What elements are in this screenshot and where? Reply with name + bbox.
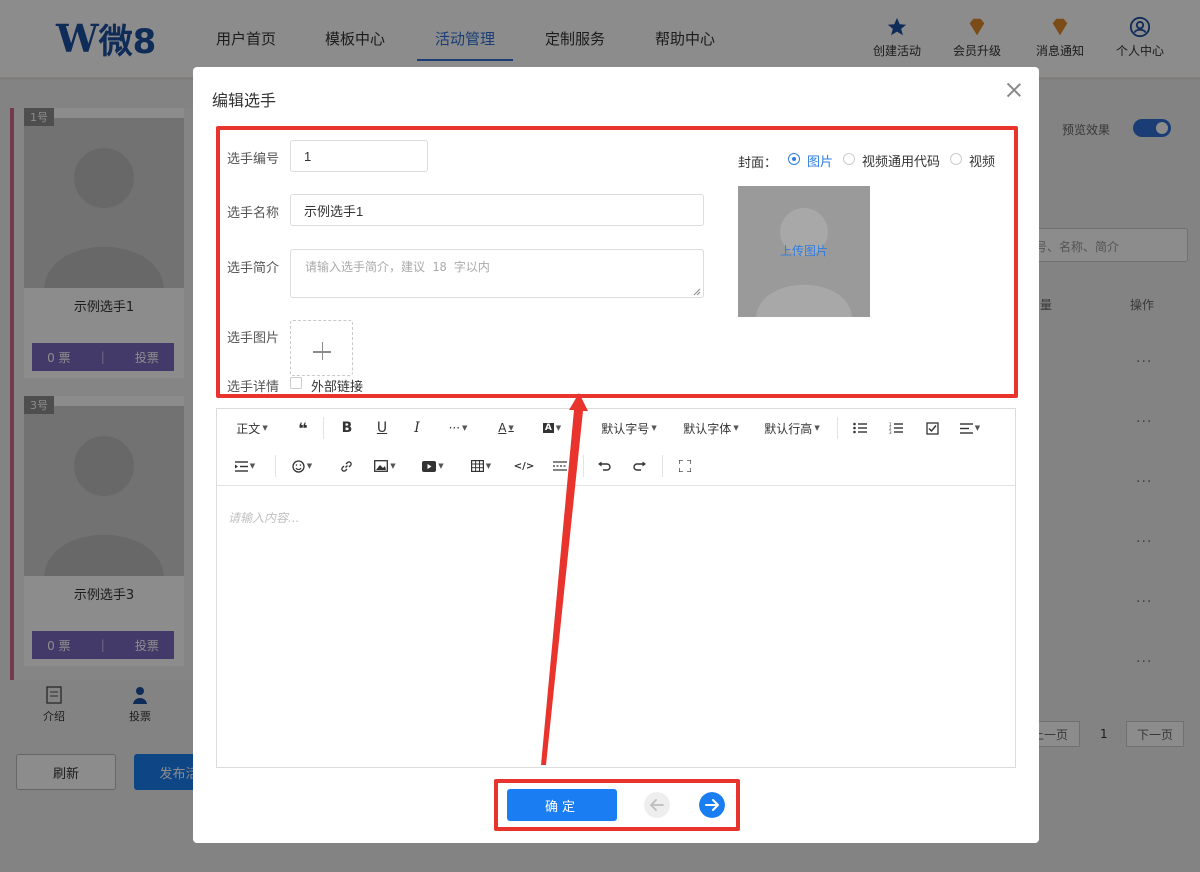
video-dropdown-icon[interactable]: ▼ [419, 447, 447, 485]
next-arrow-icon[interactable] [699, 792, 725, 818]
rich-text-editor: 正文 ▼ ❝ B U I ··· ▼ A ▼ A ▼ 默认字号 ▼ 默认字体 ▼ 默认行高 ▼… [216, 408, 1016, 768]
paragraph-style-label: 正文 [236, 421, 261, 436]
cover-image-upload[interactable]: 上传图片 [738, 186, 870, 317]
number-input[interactable]: 1 [290, 140, 428, 172]
background-color-dropdown[interactable]: A ▼ [537, 409, 567, 447]
cover-upload-label: 上传图片 [779, 244, 828, 258]
divider [323, 417, 324, 439]
name-input[interactable]: 示例选手1 [290, 194, 704, 226]
editor-toolbar-row-1: 正文 ▼ ❝ B U I ··· ▼ A ▼ A ▼ 默认字号 ▼ 默认字体 ▼ 默认行高 ▼… [217, 409, 1015, 447]
code-icon[interactable]: </> [514, 447, 534, 485]
prev-arrow-icon[interactable] [644, 792, 670, 818]
editor-content-area[interactable]: 请输入内容... [228, 509, 299, 526]
checkbox-list-icon[interactable] [921, 409, 943, 447]
line-height-label: 默认行高 [764, 421, 813, 436]
link-icon[interactable] [337, 447, 355, 485]
underline-button[interactable]: U [372, 409, 392, 447]
divider [662, 455, 663, 477]
paragraph-style-dropdown[interactable]: 正文 ▼ [232, 409, 272, 447]
redo-icon[interactable] [629, 447, 649, 485]
ordered-list-icon[interactable]: 123 [885, 409, 907, 447]
edit-contestant-dialog: 编辑选手 选手编号 1 选手名称 示例选手1 选手简介 请输入选手简介，建议 1… [193, 67, 1039, 843]
svg-text:3: 3 [889, 430, 892, 434]
name-label: 选手名称 [227, 206, 280, 221]
image-upload-button[interactable] [290, 320, 353, 376]
align-dropdown[interactable]: ▼ [955, 409, 985, 447]
font-size-dropdown[interactable]: 默认字号 ▼ [597, 409, 661, 447]
cover-radio-video[interactable] [950, 153, 962, 165]
divider-line-icon[interactable] [550, 447, 570, 485]
undo-icon[interactable] [594, 447, 614, 485]
detail-label: 选手详情 [227, 380, 280, 395]
line-height-dropdown[interactable]: 默认行高 ▼ [760, 409, 824, 447]
cover-option-image[interactable]: 图片 [807, 151, 833, 170]
resize-grip-icon[interactable] [693, 288, 701, 296]
font-color-dropdown[interactable]: A ▼ [491, 409, 521, 447]
font-family-label: 默认字体 [683, 421, 732, 436]
external-link-label: 外部链接 [311, 380, 364, 395]
image-label: 选手图片 [227, 331, 280, 346]
emoji-icon[interactable]: ▼ [288, 447, 316, 485]
number-label: 选手编号 [227, 152, 280, 167]
divider [837, 417, 838, 439]
cover-option-video[interactable]: 视频 [969, 151, 995, 170]
close-icon[interactable] [1005, 81, 1023, 99]
cover-radio-image[interactable] [788, 153, 800, 165]
intro-textarea[interactable]: 请输入选手简介，建议 18 字以内 [290, 249, 704, 298]
bold-button[interactable]: B [337, 409, 357, 447]
divider [275, 455, 276, 477]
dialog-title: 编辑选手 [212, 91, 277, 110]
indent-dropdown[interactable]: ▼ [231, 447, 259, 485]
fullscreen-icon[interactable] [675, 447, 695, 485]
cover-label: 封面： [738, 156, 778, 171]
intro-label: 选手简介 [227, 261, 280, 276]
more-style-dropdown[interactable]: ··· ▼ [443, 409, 473, 447]
cover-option-video-code[interactable]: 视频通用代码 [862, 151, 940, 170]
editor-toolbar-row-2: ▼ ▼ ▼ ▼ ▼ </> [217, 447, 1015, 485]
quote-button[interactable]: ❝ [291, 409, 315, 447]
table-dropdown-icon[interactable]: ▼ [467, 447, 495, 485]
confirm-button[interactable]: 确定 [507, 789, 617, 821]
font-size-label: 默认字号 [601, 421, 650, 436]
divider [583, 455, 584, 477]
cover-radio-video-code[interactable] [843, 153, 855, 165]
italic-button[interactable]: I [407, 409, 427, 447]
image-dropdown-icon[interactable]: ▼ [371, 447, 399, 485]
external-link-checkbox[interactable] [290, 377, 302, 389]
bullet-list-icon[interactable] [849, 409, 871, 447]
divider [217, 485, 1015, 486]
font-family-dropdown[interactable]: 默认字体 ▼ [679, 409, 743, 447]
